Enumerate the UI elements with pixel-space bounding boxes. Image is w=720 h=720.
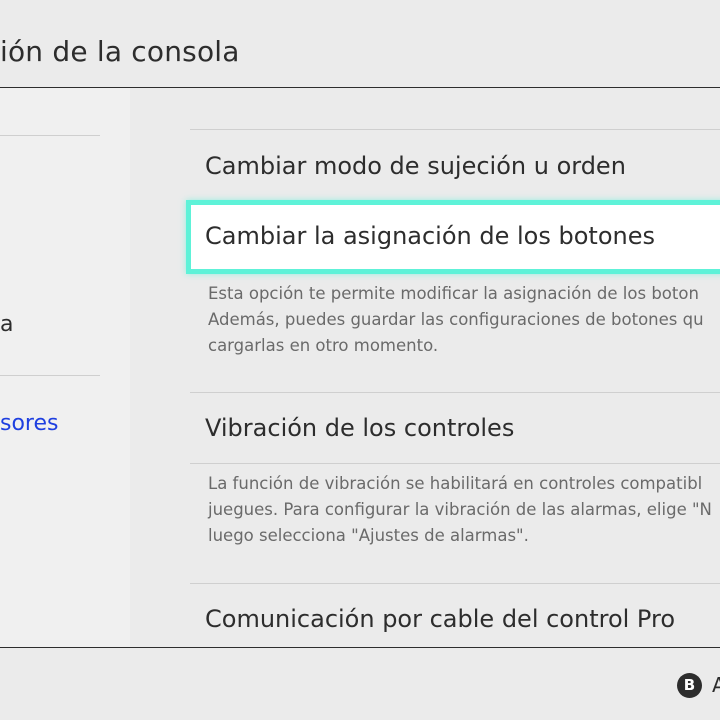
- list-divider: [190, 583, 720, 584]
- menu-item-label: Cambiar la asignación de los botones: [205, 222, 655, 250]
- menu-item-vibracion[interactable]: Vibración de los controles: [205, 411, 514, 445]
- menu-item-asignacion-selected[interactable]: Cambiar la asignación de los botones: [186, 200, 720, 274]
- settings-list: Cambiar modo de sujeción u orden Cambiar…: [186, 88, 720, 647]
- list-divider: [190, 129, 720, 130]
- footer-divider: [0, 647, 720, 648]
- sidebar-divider: [0, 135, 100, 136]
- description-line: juegues. Para configurar la vibración de…: [208, 500, 712, 519]
- description-line: La función de vibración se habilitará en…: [208, 474, 703, 493]
- description-line: luego selecciona "Ajustes de alarmas".: [208, 526, 529, 545]
- description-line: cargarlas en otro momento.: [208, 336, 439, 355]
- description-line: Además, puedes guardar las configuracion…: [208, 310, 704, 329]
- sidebar: a sores: [0, 88, 130, 647]
- sidebar-item-active[interactable]: sores: [0, 409, 58, 439]
- menu-item-cable-control-pro[interactable]: Comunicación por cable del control Pro: [205, 602, 675, 636]
- header: ión de la consola: [0, 0, 720, 88]
- description-asignacion: Esta opción te permite modificar la asig…: [208, 281, 720, 359]
- back-button-label[interactable]: A: [712, 671, 720, 699]
- sidebar-item-1[interactable]: a: [0, 310, 13, 340]
- footer: B A: [0, 647, 720, 720]
- description-line: Esta opción te permite modificar la asig…: [208, 284, 699, 303]
- description-vibracion: La función de vibración se habilitará en…: [208, 471, 720, 549]
- list-divider: [190, 392, 720, 393]
- sidebar-divider: [0, 375, 100, 376]
- b-button-icon[interactable]: B: [677, 673, 702, 698]
- page-title: ión de la consola: [0, 35, 240, 68]
- menu-item-sujecion[interactable]: Cambiar modo de sujeción u orden: [205, 149, 626, 183]
- list-divider: [190, 463, 720, 464]
